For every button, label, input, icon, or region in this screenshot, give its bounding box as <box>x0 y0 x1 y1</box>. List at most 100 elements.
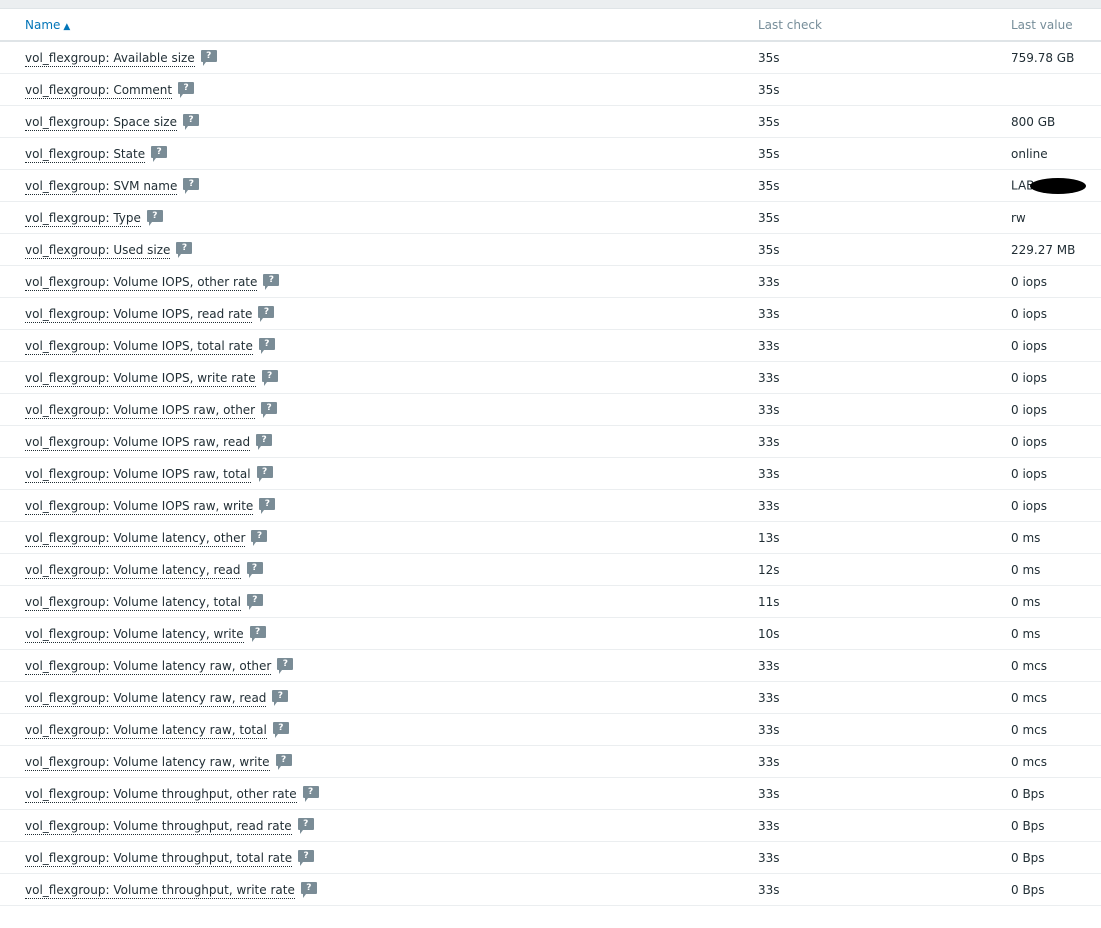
help-hint-icon[interactable]: ? <box>151 146 168 162</box>
help-hint-icon[interactable]: ? <box>200 50 217 66</box>
last-check-cell: 33s <box>758 361 1011 394</box>
help-hint-icon[interactable]: ? <box>258 338 275 354</box>
last-value-cell: rw <box>1011 201 1101 234</box>
last-value-text: 0 iops <box>1011 498 1047 513</box>
item-name-cell: vol_flexgroup: Volume throughput, total … <box>0 841 758 874</box>
last-check-cell: 33s <box>758 681 1011 714</box>
help-hint-icon[interactable]: ? <box>176 242 193 258</box>
item-name-link[interactable]: vol_flexgroup: Type <box>25 211 141 227</box>
help-hint-icon[interactable]: ? <box>261 402 278 418</box>
help-hint-icon[interactable]: ? <box>263 274 280 290</box>
item-name-cell: vol_flexgroup: Volume throughput, read r… <box>0 809 758 842</box>
last-check-cell: 33s <box>758 777 1011 810</box>
help-hint-icon[interactable]: ? <box>275 754 292 770</box>
item-name-link[interactable]: vol_flexgroup: Volume latency, total <box>25 595 241 611</box>
last-check-cell: 12s <box>758 553 1011 586</box>
item-name-link[interactable]: vol_flexgroup: State <box>25 147 146 163</box>
table-row: vol_flexgroup: Volume IOPS, total rate? 3… <box>0 329 1101 362</box>
help-hint-icon[interactable]: ? <box>261 370 278 386</box>
help-hint-icon[interactable]: ? <box>178 82 195 98</box>
item-name-link[interactable]: vol_flexgroup: Volume latency raw, write <box>25 755 270 771</box>
help-hint-icon[interactable]: ? <box>272 722 289 738</box>
item-name-cell: vol_flexgroup: Comment? <box>0 73 758 106</box>
last-value-text: 0 mcs <box>1011 754 1047 769</box>
last-check-cell: 33s <box>758 489 1011 522</box>
last-value-text: 0 iops <box>1011 402 1047 417</box>
item-name-link[interactable]: vol_flexgroup: Volume latency, other <box>25 531 246 547</box>
last-value-cell: 0 Bps <box>1011 841 1101 874</box>
help-hint-icon[interactable]: ? <box>256 434 273 450</box>
help-hint-icon[interactable]: ? <box>302 786 319 802</box>
item-name-cell: vol_flexgroup: Type? <box>0 201 758 234</box>
item-name-link[interactable]: vol_flexgroup: Volume IOPS raw, other <box>25 403 256 419</box>
table-row: vol_flexgroup: Volume latency raw, read?… <box>0 681 1101 714</box>
item-name-link[interactable]: vol_flexgroup: Volume latency raw, read <box>25 691 267 707</box>
item-name-link[interactable]: vol_flexgroup: Volume IOPS raw, read <box>25 435 251 451</box>
last-value-cell: 0 Bps <box>1011 873 1101 906</box>
help-hint-icon[interactable]: ? <box>246 594 263 610</box>
last-check-cell: 33s <box>758 841 1011 874</box>
item-name-link[interactable]: vol_flexgroup: Volume IOPS raw, total <box>25 467 251 483</box>
last-value-text: 0 iops <box>1011 370 1047 385</box>
sort-ascending-icon: ▲ <box>63 21 71 32</box>
help-hint-icon[interactable]: ? <box>298 850 315 866</box>
last-check-cell: 33s <box>758 297 1011 330</box>
item-name-cell: vol_flexgroup: Volume IOPS raw, write? <box>0 489 758 522</box>
last-value-cell: 0 iops <box>1011 489 1101 522</box>
help-hint-icon[interactable]: ? <box>251 530 268 546</box>
last-value-text: 0 mcs <box>1011 722 1047 737</box>
item-name-link[interactable]: vol_flexgroup: Volume IOPS, total rate <box>25 339 253 355</box>
item-name-link[interactable]: vol_flexgroup: Volume throughput, other … <box>25 787 297 803</box>
table-row: vol_flexgroup: Type? 35s rw <box>0 201 1101 234</box>
last-value-text: 0 Bps <box>1011 786 1045 801</box>
item-name-link[interactable]: vol_flexgroup: Volume latency, read <box>25 563 241 579</box>
item-name-link[interactable]: vol_flexgroup: Volume throughput, write … <box>25 883 295 899</box>
latest-data-table: Name ▲ Last check Last value vol_flexgrou… <box>0 9 1101 906</box>
help-hint-icon[interactable]: ? <box>259 498 276 514</box>
last-value-cell: 229.27 MB <box>1011 233 1101 266</box>
last-check-cell: 33s <box>758 457 1011 490</box>
item-name-link[interactable]: vol_flexgroup: Volume IOPS, read rate <box>25 307 253 323</box>
help-hint-icon[interactable]: ? <box>297 818 314 834</box>
item-name-link[interactable]: vol_flexgroup: Volume latency, write <box>25 627 244 643</box>
item-name-cell: vol_flexgroup: Volume latency, total? <box>0 585 758 618</box>
table-body: vol_flexgroup: Available size? 35s 759.78 … <box>0 41 1101 906</box>
item-name-link[interactable]: vol_flexgroup: Volume latency raw, other <box>25 659 272 675</box>
item-name-link[interactable]: vol_flexgroup: Available size <box>25 51 195 67</box>
item-name-link[interactable]: vol_flexgroup: Volume IOPS, write rate <box>25 371 256 387</box>
item-name-cell: vol_flexgroup: Volume latency, read? <box>0 553 758 586</box>
help-hint-icon[interactable]: ? <box>183 178 200 194</box>
item-name-link[interactable]: vol_flexgroup: Volume throughput, read r… <box>25 819 292 835</box>
help-hint-icon[interactable]: ? <box>182 114 199 130</box>
item-name-cell: vol_flexgroup: Volume IOPS, other rate? <box>0 265 758 298</box>
help-hint-icon[interactable]: ? <box>246 562 263 578</box>
item-name-link[interactable]: vol_flexgroup: Volume latency raw, total <box>25 723 267 739</box>
help-hint-icon[interactable]: ? <box>300 882 317 898</box>
item-name-link[interactable]: vol_flexgroup: SVM name <box>25 179 178 195</box>
item-name-link[interactable]: vol_flexgroup: Volume IOPS raw, write <box>25 499 254 515</box>
item-name-link[interactable]: vol_flexgroup: Comment <box>25 83 173 99</box>
sort-by-name-link[interactable]: Name <box>25 18 60 32</box>
last-value-text: 0 mcs <box>1011 690 1047 705</box>
last-value-text: 0 iops <box>1011 274 1047 289</box>
help-hint-icon[interactable]: ? <box>258 306 275 322</box>
last-check-cell: 33s <box>758 809 1011 842</box>
column-header-name[interactable]: Name ▲ <box>0 9 758 42</box>
last-value-text: 229.27 MB <box>1011 242 1076 257</box>
last-value-text: 0 ms <box>1011 530 1041 545</box>
item-name-cell: vol_flexgroup: State? <box>0 137 758 170</box>
help-hint-icon[interactable]: ? <box>256 466 273 482</box>
item-name-link[interactable]: vol_flexgroup: Volume IOPS, other rate <box>25 275 258 291</box>
last-value-cell: 0 ms <box>1011 553 1101 586</box>
help-hint-icon[interactable]: ? <box>272 690 289 706</box>
item-name-link[interactable]: vol_flexgroup: Volume throughput, total … <box>25 851 293 867</box>
help-hint-icon[interactable]: ? <box>146 210 163 226</box>
item-name-link[interactable]: vol_flexgroup: Space size <box>25 115 177 131</box>
last-value-text: 0 iops <box>1011 338 1047 353</box>
help-hint-icon[interactable]: ? <box>277 658 294 674</box>
last-value-text: 0 ms <box>1011 626 1041 641</box>
item-name-link[interactable]: vol_flexgroup: Used size <box>25 243 171 259</box>
last-value-text: 0 ms <box>1011 594 1041 609</box>
item-name-cell: vol_flexgroup: Volume IOPS, write rate? <box>0 361 758 394</box>
help-hint-icon[interactable]: ? <box>249 626 266 642</box>
